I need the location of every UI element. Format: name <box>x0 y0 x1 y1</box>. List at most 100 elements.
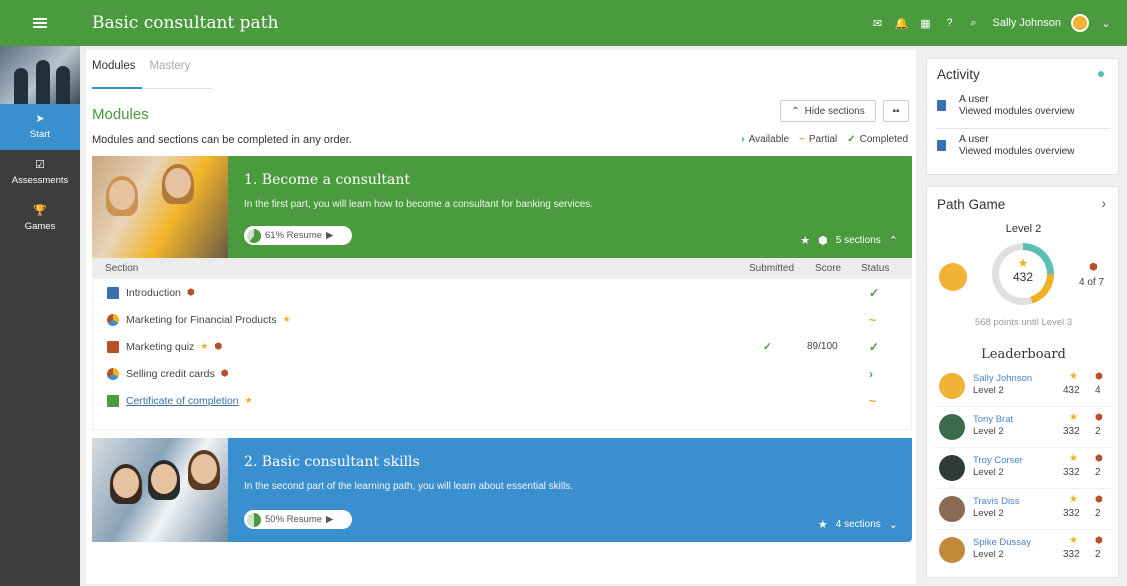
leaderboard-row[interactable]: Troy Corser Level 2 ★ ⬢ 332 2 <box>935 449 1112 489</box>
hide-sections-label: Hide sections <box>804 105 865 117</box>
sidebar-item-games[interactable]: 🏆 Games <box>0 196 80 242</box>
chevron-up-icon[interactable]: ⌃ <box>889 234 898 247</box>
status-completed: ✓ <box>869 285 880 300</box>
resume-button[interactable]: 50% Resume ▶ <box>244 510 352 529</box>
progress-pie-icon <box>247 512 261 527</box>
star-icon: ★ <box>1069 371 1078 382</box>
leaderboard-row[interactable]: Sally Johnson Level 2 ★ ⬢ 432 4 <box>935 367 1112 407</box>
points-value: 432 <box>1012 270 1034 284</box>
sidebar-item-start[interactable]: ➤ Start <box>0 104 80 150</box>
tabs: Modules Mastery <box>92 60 190 81</box>
trophy-icon: 🏆 <box>33 205 47 217</box>
player-points: 332 <box>1063 508 1080 519</box>
avatar <box>939 537 965 563</box>
col-status: Status <box>861 263 890 274</box>
paper-plane-icon: ➤ <box>35 113 45 125</box>
badges-count: 4 of 7 <box>1079 277 1105 288</box>
activity-item: A user Viewed modules overview <box>937 133 1112 169</box>
sidebar-item-assessments[interactable]: ☑ Assessments <box>0 150 80 196</box>
help-icon[interactable]: ? <box>943 16 957 30</box>
avatar[interactable] <box>1071 14 1089 32</box>
mail-icon[interactable]: ✉ <box>871 16 885 30</box>
table-row[interactable]: Certificate of completion ★ ~ <box>93 387 911 414</box>
section-table: Section Submitted Score Status Introduct… <box>92 258 912 430</box>
player-points: 432 <box>1063 385 1080 396</box>
top-bar: Basic consultant path ✉ 🔔 ▦ ? ⌕ Sally Jo… <box>0 0 1127 46</box>
path-cover-image <box>0 46 80 104</box>
legend-partial: ~ Partial <box>799 134 837 145</box>
sidebar-item-label: Start <box>29 129 51 140</box>
star-icon: ★ <box>244 395 253 405</box>
play-icon: ▶ <box>326 230 334 241</box>
star-icon: ★ <box>1017 256 1029 270</box>
level-progress-ring: ★ 432 <box>992 243 1054 305</box>
leaderboard-row[interactable]: Tony Brat Level 2 ★ ⬢ 332 2 <box>935 408 1112 448</box>
module-banner[interactable]: 2. Basic consultant skills In the second… <box>92 438 912 542</box>
network-icon <box>107 367 119 380</box>
player-level: Level 2 <box>973 467 1004 478</box>
star-icon: ★ <box>817 519 828 531</box>
tab-active-indicator <box>92 87 142 89</box>
leaderboard-row[interactable]: Spike Dussay Level 2 ★ ⬢ 332 2 <box>935 531 1112 571</box>
player-badges: 2 <box>1095 467 1101 478</box>
hide-sections-button[interactable]: ⌃ Hide sections <box>780 100 876 122</box>
player-name[interactable]: Sally Johnson <box>973 373 1032 384</box>
avatar <box>939 455 965 481</box>
player-name[interactable]: Spike Dussay <box>973 537 1031 548</box>
shield-icon: ⬢ <box>1095 371 1103 381</box>
section-name: Marketing for Financial Products <box>126 313 277 326</box>
leaderboard-row[interactable]: Travis Diss Level 2 ★ ⬢ 332 2 <box>935 490 1112 530</box>
activity-text: Viewed modules overview <box>959 106 1075 117</box>
module-banner[interactable]: 1. Become a consultant In the first part… <box>92 156 912 258</box>
path-game-title: Path Game <box>937 197 1006 212</box>
player-points: 332 <box>1063 549 1080 560</box>
resume-label: 61% Resume <box>265 230 323 241</box>
grid-view-button[interactable]: ▪▪ <box>883 100 909 122</box>
calendar-icon[interactable]: ▦ <box>919 16 933 30</box>
tab-mastery[interactable]: Mastery <box>149 60 190 81</box>
col-submitted: Submitted <box>749 263 795 274</box>
menu-icon[interactable] <box>0 0 80 46</box>
player-name[interactable]: Troy Corser <box>973 455 1023 466</box>
current-level: Level 2 <box>1005 223 1042 235</box>
table-row[interactable]: Selling credit cards ⬢ › <box>93 360 911 387</box>
star-icon: ★ <box>1069 453 1078 464</box>
top-icons: ✉ 🔔 ▦ ? ⌕ Sally Johnson ⌄ <box>871 0 1114 46</box>
certificate-icon <box>107 394 119 407</box>
certificate-link[interactable]: Certificate of completion <box>126 395 239 407</box>
user-name[interactable]: Sally Johnson <box>993 17 1062 29</box>
section-name: Marketing quiz <box>126 340 195 353</box>
player-badges: 2 <box>1095 426 1101 437</box>
document-icon <box>937 100 946 111</box>
avatar <box>939 496 965 522</box>
player-name[interactable]: Tony Brat <box>973 414 1013 425</box>
shield-icon: ⬢ <box>1089 262 1098 273</box>
shield-icon: ⬢ <box>818 235 828 247</box>
live-indicator-icon <box>1098 71 1104 77</box>
shield-icon: ⬢ <box>1095 453 1103 463</box>
sidebar-item-label: Games <box>24 221 56 232</box>
module-title: 1. Become a consultant <box>244 172 411 188</box>
quiz-icon <box>107 340 119 353</box>
tab-modules[interactable]: Modules <box>92 60 135 81</box>
bell-icon[interactable]: 🔔 <box>895 16 909 30</box>
shield-icon: ⬢ <box>220 368 229 378</box>
search-icon[interactable]: ⌕ <box>967 16 981 30</box>
chevron-right-icon[interactable]: › <box>1101 195 1106 211</box>
table-row[interactable]: Marketing for Financial Products ★ ~ <box>93 306 911 333</box>
table-row[interactable]: Introduction ⬢ ✓ <box>93 279 911 306</box>
status-partial: ~ <box>869 312 877 327</box>
page-title: Basic consultant path <box>92 13 279 33</box>
status-available: › <box>869 366 873 381</box>
table-row[interactable]: Marketing quiz ★ ⬢ ✓ 89/100 ✓ <box>93 333 911 360</box>
legend-completed: ✓ Completed <box>847 134 908 145</box>
sidebar: ➤ Start ☑ Assessments 🏆 Games <box>0 46 80 586</box>
star-icon: ★ <box>1069 535 1078 546</box>
player-name[interactable]: Travis Diss <box>973 496 1020 507</box>
player-badges: 2 <box>1095 549 1101 560</box>
resume-button[interactable]: 61% Resume ▶ <box>244 226 352 245</box>
chevron-down-icon[interactable]: ⌄ <box>889 518 898 531</box>
checkbox-icon: ☑ <box>35 159 45 171</box>
module-image <box>92 438 228 542</box>
chevron-down-icon[interactable]: ⌄ <box>1099 16 1113 30</box>
